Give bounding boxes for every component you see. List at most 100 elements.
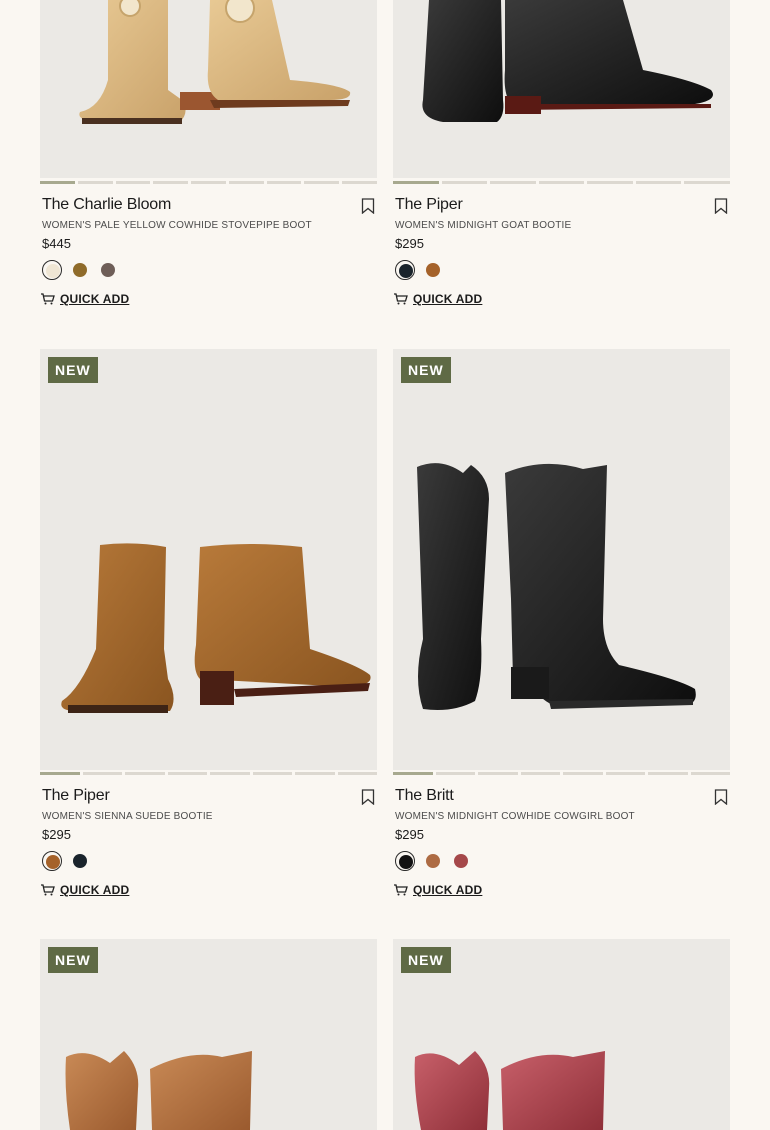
product-price: $295 <box>42 827 71 842</box>
progress-segment[interactable] <box>82 772 122 775</box>
progress-segment[interactable] <box>125 772 165 775</box>
product-image[interactable]: NEW <box>40 939 377 1130</box>
image-progress <box>40 772 377 775</box>
progress-segment[interactable] <box>690 772 730 775</box>
progress-segment[interactable] <box>304 181 340 184</box>
color-swatch[interactable] <box>70 260 90 280</box>
progress-segment[interactable] <box>337 772 377 775</box>
progress-segment[interactable] <box>478 772 518 775</box>
product-card[interactable]: The Charlie Bloom WOMEN'S PALE YELLOW CO… <box>40 0 378 320</box>
progress-segment[interactable] <box>635 181 682 184</box>
progress-segment[interactable] <box>684 181 731 184</box>
progress-segment[interactable] <box>153 181 189 184</box>
swatch-color <box>46 264 60 278</box>
image-progress <box>393 181 731 184</box>
boot-illustration <box>422 0 713 122</box>
new-badge: NEW <box>48 947 98 973</box>
color-swatch[interactable] <box>423 260 443 280</box>
progress-segment[interactable] <box>538 181 585 184</box>
boot-illustration <box>417 463 696 710</box>
progress-segment[interactable] <box>393 181 439 184</box>
progress-segment[interactable] <box>252 772 292 775</box>
color-swatches <box>42 851 90 871</box>
progress-segment[interactable] <box>563 772 603 775</box>
product-description: WOMEN'S MIDNIGHT GOAT BOOTIE <box>395 220 572 231</box>
quick-add-label: QUICK ADD <box>60 292 130 306</box>
color-swatch[interactable] <box>70 851 90 871</box>
product-card[interactable]: NEW The Britt WOMEN'S MIDNIGHT COWHIDE C… <box>393 349 730 909</box>
new-badge: NEW <box>48 357 98 383</box>
progress-segment[interactable] <box>605 772 645 775</box>
product-image[interactable]: NEW <box>393 939 730 1130</box>
product-image[interactable]: NEW <box>40 349 377 770</box>
swatch-color <box>73 854 87 868</box>
quick-add-button[interactable]: QUICK ADD <box>40 883 129 897</box>
product-name[interactable]: The Piper <box>42 787 110 805</box>
new-badge: NEW <box>401 357 451 383</box>
product-name[interactable]: The Charlie Bloom <box>42 196 171 214</box>
progress-segment[interactable] <box>648 772 688 775</box>
color-swatch[interactable] <box>451 851 471 871</box>
color-swatch[interactable] <box>98 260 118 280</box>
product-card[interactable]: NEW The Piper WOMEN'S SIENNA SUEDE BOOTI… <box>40 349 377 909</box>
quick-add-label: QUICK ADD <box>413 883 483 897</box>
bookmark-icon[interactable] <box>714 789 728 805</box>
product-image[interactable] <box>393 0 730 178</box>
cart-icon <box>394 293 408 305</box>
color-swatch[interactable] <box>423 851 443 871</box>
progress-segment[interactable] <box>40 181 75 184</box>
swatch-color <box>73 263 87 277</box>
bookmark-icon[interactable] <box>361 789 375 805</box>
product-image[interactable]: NEW <box>393 349 730 770</box>
swatch-color <box>399 855 413 869</box>
swatch-color <box>101 263 115 277</box>
quick-add-button[interactable]: QUICK ADD <box>393 292 482 306</box>
product-card[interactable]: NEW <box>393 939 730 1130</box>
color-swatch[interactable] <box>395 260 415 280</box>
swatch-color <box>426 854 440 868</box>
swatch-color <box>426 263 440 277</box>
quick-add-button[interactable]: QUICK ADD <box>40 292 129 306</box>
quick-add-label: QUICK ADD <box>413 292 483 306</box>
progress-segment[interactable] <box>228 181 264 184</box>
color-swatches <box>42 260 118 280</box>
color-swatch[interactable] <box>395 851 415 871</box>
progress-segment[interactable] <box>266 181 302 184</box>
progress-segment[interactable] <box>191 181 226 184</box>
quick-add-label: QUICK ADD <box>60 883 130 897</box>
progress-segment[interactable] <box>490 181 536 184</box>
progress-segment[interactable] <box>295 772 335 775</box>
product-card[interactable]: NEW <box>40 939 377 1130</box>
progress-segment[interactable] <box>77 181 113 184</box>
bookmark-icon[interactable] <box>361 198 375 214</box>
swatch-color <box>454 854 468 868</box>
color-swatches <box>395 851 471 871</box>
progress-segment[interactable] <box>167 772 207 775</box>
product-description: WOMEN'S MIDNIGHT COWHIDE COWGIRL BOOT <box>395 811 635 822</box>
swatch-color <box>399 264 413 278</box>
cart-icon <box>394 884 408 896</box>
progress-segment[interactable] <box>520 772 560 775</box>
progress-segment[interactable] <box>40 772 80 775</box>
quick-add-button[interactable]: QUICK ADD <box>393 883 482 897</box>
image-progress <box>393 772 730 775</box>
boot-illustration <box>61 543 371 713</box>
new-badge: NEW <box>401 947 451 973</box>
product-name[interactable]: The Britt <box>395 787 454 805</box>
color-swatch[interactable] <box>42 260 62 280</box>
product-price: $295 <box>395 236 424 251</box>
product-price: $445 <box>42 236 71 251</box>
product-card[interactable]: The Piper WOMEN'S MIDNIGHT GOAT BOOTIE $… <box>393 0 731 320</box>
product-name[interactable]: The Piper <box>395 196 463 214</box>
product-description: WOMEN'S SIENNA SUEDE BOOTIE <box>42 811 213 822</box>
product-image[interactable] <box>40 0 377 178</box>
progress-segment[interactable] <box>435 772 475 775</box>
progress-segment[interactable] <box>587 181 633 184</box>
color-swatch[interactable] <box>42 851 62 871</box>
progress-segment[interactable] <box>115 181 151 184</box>
bookmark-icon[interactable] <box>714 198 728 214</box>
progress-segment[interactable] <box>210 772 250 775</box>
progress-segment[interactable] <box>393 772 433 775</box>
progress-segment[interactable] <box>441 181 488 184</box>
progress-segment[interactable] <box>342 181 378 184</box>
